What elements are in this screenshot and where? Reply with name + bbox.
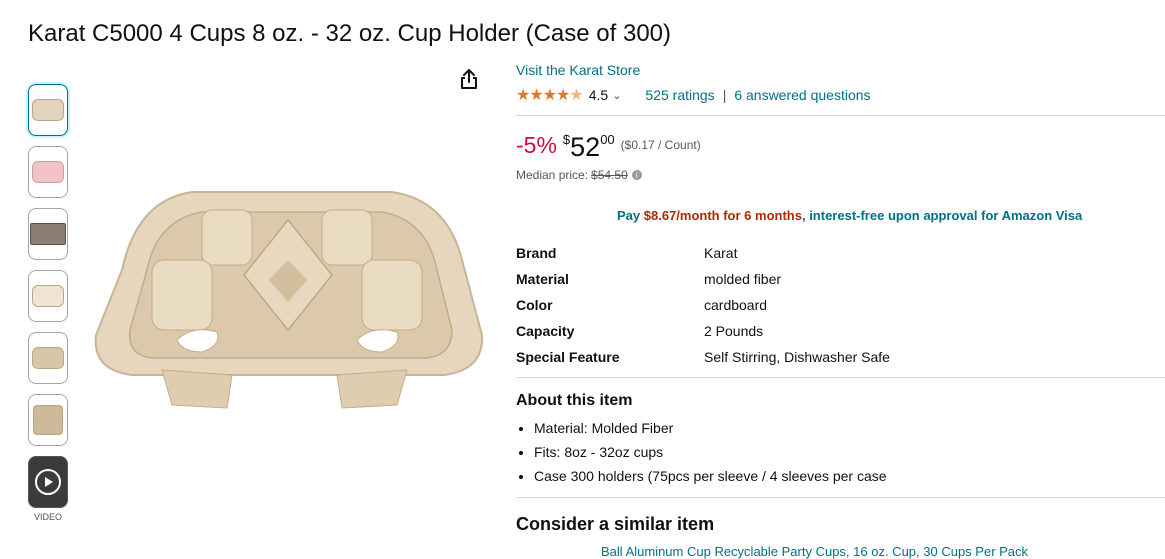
spec-key: Material — [516, 271, 569, 287]
spec-key: Brand — [516, 245, 557, 261]
spec-row: Special Feature Self Stirring, Dishwasher… — [516, 344, 1165, 370]
price-whole: 52 — [570, 132, 601, 162]
rating-row: ★★★★★ 4.5 ⌄ 525 ratings | 6 answered que… — [516, 86, 1165, 104]
price-symbol: $ — [562, 132, 571, 147]
promo-amount: $8.67/month for 6 months — [643, 208, 802, 223]
spec-key: Color — [516, 297, 553, 313]
spec-key: Capacity — [516, 323, 575, 339]
chevron-down-icon[interactable]: ⌄ — [612, 89, 621, 102]
price-fraction: 00 — [600, 132, 615, 147]
thumbnail-1[interactable] — [28, 84, 68, 136]
rating-value: 4.5 — [588, 87, 609, 103]
ratings-count-link[interactable]: 525 ratings — [645, 87, 714, 103]
price-row: -5% $ 52 00 ($0.17 / Count) — [516, 132, 1165, 162]
video-thumbnail[interactable] — [28, 456, 68, 508]
video-label: VIDEO — [33, 512, 62, 522]
promo-text: , interest-free upon approval for Amazon… — [801, 208, 1083, 223]
thumbnail-2[interactable] — [28, 146, 68, 198]
share-icon — [461, 69, 477, 89]
divider — [516, 115, 1165, 116]
spec-table: Brand Karat Material molded fiber Color car… — [516, 240, 1165, 370]
thumbnail-4[interactable] — [28, 270, 68, 322]
thumbnail-6[interactable] — [28, 394, 68, 446]
spec-value: Karat — [704, 245, 738, 261]
similar-item-link[interactable]: Ball Aluminum Cup Recyclable Party Cups,… — [601, 544, 1028, 559]
spec-row: Material molded fiber — [516, 266, 1165, 292]
promo-pay: Pay — [617, 208, 641, 223]
info-icon[interactable]: i — [631, 170, 642, 180]
median-price: Median price: $54.50 i — [516, 168, 1165, 182]
about-title: About this item — [516, 392, 633, 409]
discount-percent: -5% — [516, 132, 557, 158]
product-title: Karat C5000 4 Cups 8 oz. - 32 oz. Cup Ho… — [28, 20, 672, 47]
spec-value: Self Stirring, Dishwasher Safe — [704, 349, 890, 365]
play-icon — [35, 469, 61, 495]
similar-title: Consider a similar item — [516, 514, 715, 534]
price-per-unit: ($0.17 / Count) — [620, 138, 701, 152]
list-item: Fits: 8oz - 32oz cups — [534, 442, 1165, 466]
spec-key: Special Feature — [516, 349, 620, 365]
answered-questions-link[interactable]: 6 answered questions — [734, 87, 870, 103]
spec-row: Capacity 2 Pounds — [516, 318, 1165, 344]
about-bullets: Material: Molded Fiber Fits: 8oz - 32oz … — [516, 418, 1165, 490]
product-main-image[interactable] — [92, 180, 484, 412]
thumbnail-5[interactable] — [28, 332, 68, 384]
rating-stars-icon[interactable]: ★★★★★ — [516, 85, 584, 105]
divider — [516, 497, 1165, 498]
store-link[interactable]: Visit the Karat Store — [516, 62, 640, 78]
list-item: Material: Molded Fiber — [534, 418, 1165, 442]
spec-value: 2 Pounds — [704, 323, 764, 339]
divider — [516, 377, 1165, 378]
separator: | — [722, 87, 727, 103]
spec-row: Brand Karat — [516, 240, 1165, 266]
list-item: Case 300 holders (75pcs per sleeve / 4 s… — [534, 466, 1165, 490]
promo-banner[interactable]: Pay $8.67/month for 6 months, interest-f… — [617, 208, 1165, 223]
thumbnail-strip: VIDEO — [28, 84, 68, 522]
spec-value: molded fiber — [704, 271, 782, 287]
share-button[interactable] — [456, 66, 482, 92]
product-details: Visit the Karat Store ★★★★★ 4.5 ⌄ 525 ra… — [516, 62, 1165, 535]
spec-row: Color cardboard — [516, 292, 1165, 318]
spec-value: cardboard — [704, 297, 768, 313]
median-price-label: Median price: — [516, 168, 589, 182]
thumbnail-3[interactable] — [28, 208, 68, 260]
median-price-value: $54.50 — [591, 168, 628, 182]
